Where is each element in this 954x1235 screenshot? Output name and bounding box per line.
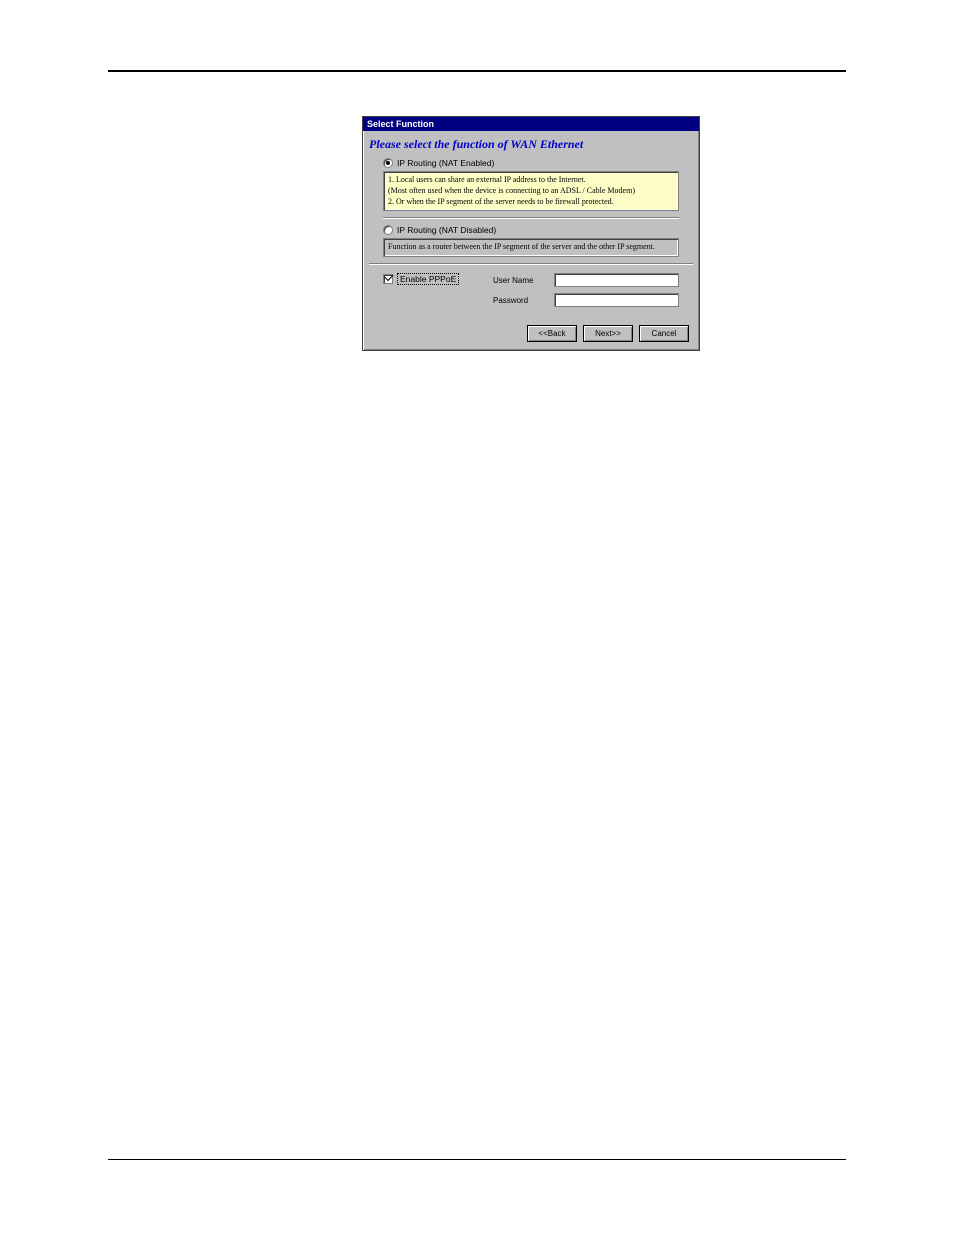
desc-nat-disabled: Function as a router between the IP segm… [383, 238, 679, 257]
desc-nat-enabled: 1. Local users can share an external IP … [383, 171, 679, 211]
option-nat-enabled-section: IP Routing (NAT Enabled) 1. Local users … [363, 158, 699, 319]
username-label: User Name [493, 276, 548, 285]
dialog-heading: Please select the function of WAN Ethern… [363, 131, 699, 154]
username-row: User Name [493, 273, 679, 287]
dialog-buttons: <<Back Next>> Cancel [363, 319, 699, 350]
back-button[interactable]: <<Back [527, 325, 577, 342]
password-row: Password [493, 293, 679, 307]
dialog-title: Select Function [367, 119, 434, 129]
desc-line: 2. Or when the IP segment of the server … [388, 197, 674, 208]
pppoe-fields: User Name Password [493, 273, 679, 313]
checkbox-icon [383, 274, 393, 284]
divider [383, 217, 679, 219]
select-function-dialog: Select Function Please select the functi… [362, 116, 700, 351]
radio-nat-enabled[interactable]: IP Routing (NAT Enabled) [383, 158, 679, 168]
enable-pppoe-checkbox[interactable]: Enable PPPoE [383, 273, 483, 285]
dialog-title-bar: Select Function [363, 117, 699, 131]
radio-nat-disabled-label: IP Routing (NAT Disabled) [397, 225, 496, 235]
radio-icon [383, 225, 393, 235]
password-label: Password [493, 296, 548, 305]
cancel-button[interactable]: Cancel [639, 325, 689, 342]
username-input[interactable] [554, 273, 679, 287]
divider [369, 263, 693, 265]
password-input[interactable] [554, 293, 679, 307]
pppoe-row: Enable PPPoE User Name Password [383, 273, 679, 313]
page-top-rule [108, 70, 846, 72]
next-button[interactable]: Next>> [583, 325, 633, 342]
desc-line: 1. Local users can share an external IP … [388, 175, 674, 186]
desc-line: (Most often used when the device is conn… [388, 186, 674, 197]
radio-icon [383, 158, 393, 168]
page-bottom-rule [108, 1159, 846, 1160]
enable-pppoe-label: Enable PPPoE [397, 273, 459, 285]
radio-nat-enabled-label: IP Routing (NAT Enabled) [397, 158, 494, 168]
radio-nat-disabled[interactable]: IP Routing (NAT Disabled) [383, 225, 679, 235]
